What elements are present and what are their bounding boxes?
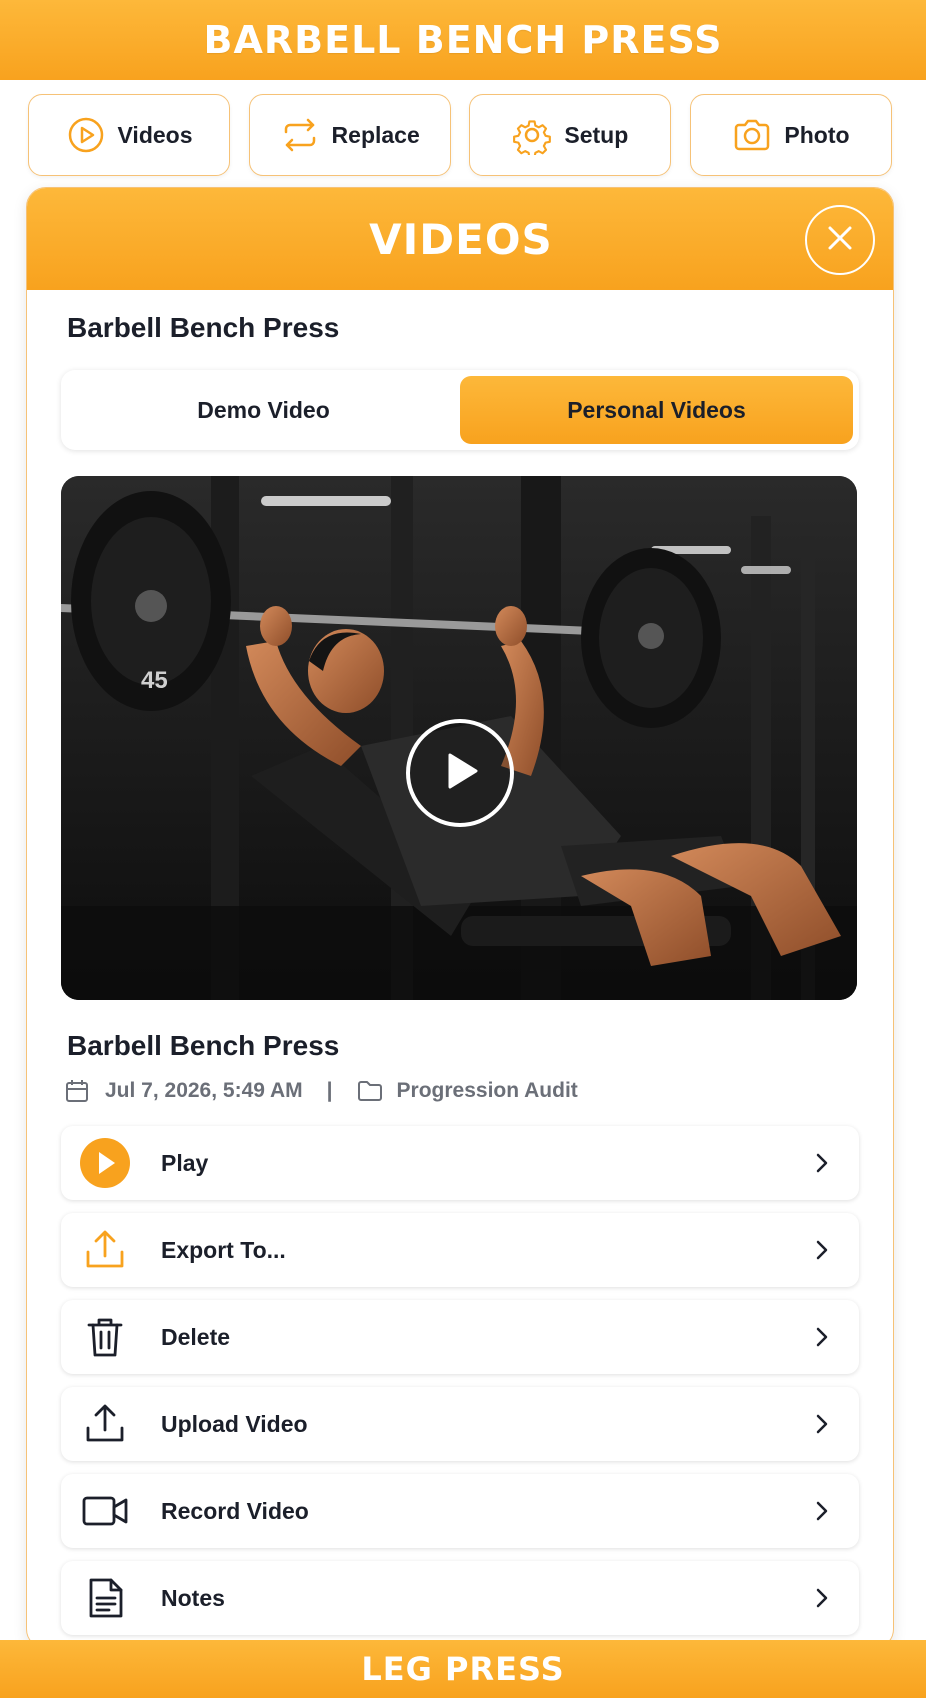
chevron-right-icon <box>811 1151 833 1175</box>
tab-personal-videos[interactable]: Personal Videos <box>460 376 853 444</box>
play-overlay-button[interactable] <box>406 719 514 827</box>
videos-button-label: Videos <box>117 121 193 148</box>
exercise-name: Barbell Bench Press <box>67 312 340 343</box>
exercise-toolbar: Videos Replace Setup Photo <box>28 94 892 176</box>
play-circle-icon <box>77 1135 133 1191</box>
notes-action-label: Notes <box>161 1584 225 1611</box>
videos-modal: VIDEOS Barbell Bench Press Demo Video Pe… <box>26 187 894 1649</box>
calendar-icon <box>65 1078 91 1104</box>
plate-label: 45 <box>141 667 168 694</box>
meta-separator: | <box>326 1079 333 1102</box>
chevron-right-icon <box>811 1586 833 1610</box>
gear-icon <box>512 115 552 155</box>
video-actions-list: Play Export To... Delete Upload Video Re… <box>61 1126 859 1648</box>
play-action[interactable]: Play <box>61 1126 859 1200</box>
modal-header: VIDEOS <box>27 188 893 290</box>
replace-button-label: Replace <box>331 121 420 148</box>
upload-video-action[interactable]: Upload Video <box>61 1387 859 1461</box>
play-icon <box>438 749 482 798</box>
export-action-label: Export To... <box>161 1236 286 1263</box>
exercise-title: BARBELL BENCH PRESS <box>203 18 723 62</box>
close-icon <box>826 224 854 257</box>
video-title: Barbell Bench Press <box>67 1030 340 1061</box>
export-action[interactable]: Export To... <box>61 1213 859 1287</box>
close-button[interactable] <box>805 205 875 275</box>
play-circle-icon <box>66 115 106 155</box>
delete-action-label: Delete <box>161 1323 231 1350</box>
tab-demo-video[interactable]: Demo Video <box>67 376 460 444</box>
chevron-right-icon <box>811 1499 833 1523</box>
video-meta: Jul 7, 2026, 5:49 AM | Progression Audit <box>65 1078 578 1104</box>
delete-action[interactable]: Delete <box>61 1300 859 1374</box>
upload-icon <box>77 1396 133 1452</box>
record-video-action[interactable]: Record Video <box>61 1474 859 1548</box>
video-thumbnail[interactable]: 45 <box>61 476 857 1000</box>
video-camera-icon <box>77 1483 133 1539</box>
export-icon <box>77 1222 133 1278</box>
video-date: Jul 7, 2026, 5:49 AM <box>105 1079 303 1102</box>
modal-title: VIDEOS <box>369 214 553 264</box>
video-type-tabs: Demo Video Personal Videos <box>61 370 859 450</box>
next-exercise-banner[interactable]: LEG PRESS <box>0 1640 926 1698</box>
chevron-right-icon <box>811 1325 833 1349</box>
chevron-right-icon <box>811 1412 833 1436</box>
next-exercise-title: LEG PRESS <box>361 1650 565 1688</box>
upload-video-action-label: Upload Video <box>161 1410 308 1437</box>
play-action-label: Play <box>161 1149 209 1176</box>
replace-button[interactable]: Replace <box>248 94 451 176</box>
setup-button[interactable]: Setup <box>469 94 672 176</box>
exercise-title-banner: BARBELL BENCH PRESS <box>0 0 926 80</box>
setup-button-label: Setup <box>564 121 629 148</box>
photo-button-label: Photo <box>784 121 850 148</box>
trash-icon <box>77 1309 133 1365</box>
videos-button[interactable]: Videos <box>28 94 230 176</box>
camera-icon <box>732 115 772 155</box>
notes-icon <box>77 1570 133 1626</box>
notes-action[interactable]: Notes <box>61 1561 859 1635</box>
chevron-right-icon <box>811 1238 833 1262</box>
video-folder: Progression Audit <box>396 1079 578 1102</box>
record-video-action-label: Record Video <box>161 1497 309 1524</box>
replace-icon <box>280 115 320 155</box>
photo-button[interactable]: Photo <box>689 94 892 176</box>
folder-icon <box>357 1078 383 1104</box>
